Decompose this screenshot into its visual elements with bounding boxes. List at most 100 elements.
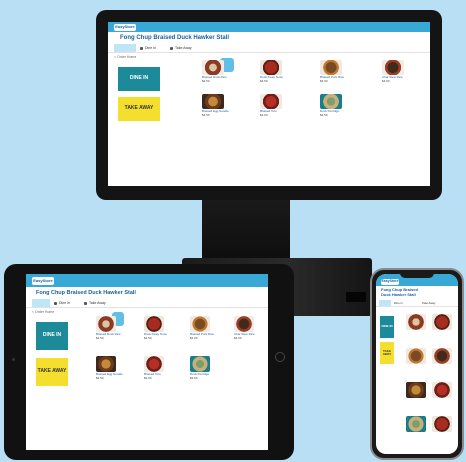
app-bar: EasyStore	[26, 274, 268, 287]
app-logo: EasyStore	[114, 23, 136, 31]
take-away-label: TAKE AWAY	[124, 105, 154, 112]
table-icon	[54, 301, 57, 305]
menu-item-price: $4.00	[320, 79, 328, 83]
phone-screen: EasyStore Fong Chup Braised Duck Hawker …	[376, 274, 458, 454]
store-title: Fong Chup Braised Duck Hawker Stall	[36, 290, 136, 296]
menu-item[interactable]: Braised Duck Rice $4.50	[202, 60, 242, 83]
store-title: Fong Chup Braised Duck Hawker Stall	[381, 287, 418, 297]
menu-item[interactable]: Braised Tofu $2.00	[144, 356, 178, 380]
dish-photo	[432, 314, 452, 330]
bag-icon	[84, 301, 87, 305]
tab-take-away-label: Take Away	[422, 301, 436, 305]
menu-item-price: $4.00	[382, 79, 390, 83]
menu-item-price: $4.50	[144, 336, 152, 340]
tab-take-away[interactable]: Take Away	[166, 44, 200, 52]
tab-take-away[interactable]: Take Away	[419, 300, 449, 306]
phone-notch	[400, 272, 434, 278]
dish-photo	[406, 348, 426, 364]
menu-item-price: $3.50	[202, 113, 210, 117]
menu-item-price: $4.50	[96, 336, 104, 340]
menu-item[interactable]: Braised Pork Rice $4.00	[320, 60, 360, 83]
tab-home[interactable]	[114, 44, 136, 52]
store-title: Fong Chup Braised Duck Hawker Stall	[120, 35, 230, 41]
menu-item[interactable]: Duck Porridge $3.50	[190, 356, 224, 380]
monitor-stand-port	[346, 292, 366, 302]
menu-item[interactable]: Char Siew Rice $4.00	[382, 60, 422, 83]
table-icon	[140, 46, 143, 50]
dish-photo	[190, 316, 210, 332]
tab-dine-in[interactable]: Dine In	[391, 300, 419, 306]
tab-dine-in[interactable]: Dine In	[136, 44, 166, 52]
menu-item[interactable]: Duck Kway Teow $4.50	[144, 316, 178, 340]
tablet-screen: EasyStore Fong Chup Braised Duck Hawker …	[26, 274, 268, 450]
menu-item-price: $2.00	[260, 113, 268, 117]
dish-photo	[144, 356, 164, 372]
dish-photo	[382, 60, 404, 75]
monitor-screen: EasyStore Fong Chup Braised Duck Hawker …	[108, 22, 430, 186]
menu-item-price: $4.00	[190, 336, 198, 340]
order-tabs: Dine In Take Away	[376, 300, 458, 307]
menu-item[interactable]	[406, 314, 426, 330]
dish-photo	[260, 94, 282, 109]
take-away-label: TAKE AWAY	[37, 368, 67, 375]
dish-photo	[406, 314, 426, 330]
tablet-camera	[12, 358, 15, 361]
dine-in-button[interactable]: DINE IN	[118, 67, 160, 91]
dish-photo	[260, 60, 282, 75]
dish-photo	[96, 356, 116, 372]
tab-dine-in[interactable]: Dine In	[50, 299, 80, 307]
menu-item[interactable]: Braised Egg Noodle $3.50	[96, 356, 130, 380]
dish-photo	[190, 356, 210, 372]
dish-photo	[202, 60, 224, 75]
menu-item[interactable]: Char Siew Rice $4.00	[234, 316, 264, 340]
menu-item[interactable]: Braised Duck Rice $4.50	[96, 316, 130, 340]
tab-home[interactable]	[32, 299, 50, 307]
tab-dine-in-label: Dine In	[59, 301, 71, 305]
dish-photo	[432, 416, 452, 432]
dine-in-label: DINE IN	[42, 332, 62, 339]
menu-item-price: $4.00	[234, 336, 242, 340]
dish-photo	[320, 94, 342, 109]
dish-photo	[406, 382, 426, 398]
menu-item[interactable]	[432, 348, 452, 364]
dine-in-button[interactable]: DINE IN	[36, 322, 68, 350]
dine-in-button[interactable]: DINE IN	[380, 316, 394, 338]
tab-dine-in-label: Dine In	[394, 301, 403, 305]
dish-photo	[202, 94, 224, 109]
tab-take-away-label: Take Away	[89, 301, 106, 305]
tab-take-away[interactable]: Take Away	[80, 299, 114, 307]
dish-photo	[406, 416, 426, 432]
menu-item[interactable]: Braised Pork Rice $4.00	[190, 316, 224, 340]
tab-home[interactable]	[379, 300, 391, 306]
app-logo: EasyStore	[381, 279, 399, 285]
take-away-button[interactable]: TAKE AWAY	[36, 358, 68, 386]
breadcrumb[interactable]: < Order Home	[26, 308, 268, 316]
tablet-home-button[interactable]	[275, 352, 285, 362]
menu-item-price: $4.50	[260, 79, 268, 83]
menu-item[interactable]: Duck Porridge $3.50	[320, 94, 360, 117]
order-tabs: Dine In Take Away	[108, 44, 430, 53]
dish-photo	[432, 382, 452, 398]
menu-item[interactable]	[406, 348, 426, 364]
dine-in-label: DINE IN	[129, 75, 149, 82]
menu-item[interactable]	[432, 382, 452, 398]
dish-photo	[234, 316, 254, 332]
menu-item[interactable]	[432, 314, 452, 330]
app-bar: EasyStore	[108, 22, 430, 32]
tab-dine-in-label: Dine In	[145, 46, 157, 50]
bag-icon	[170, 46, 173, 50]
menu-item[interactable]: Braised Tofu $2.00	[260, 94, 300, 117]
menu-item[interactable]	[406, 416, 426, 432]
dish-photo	[320, 60, 342, 75]
take-away-button[interactable]: TAKE AWAY	[118, 97, 160, 121]
menu-item[interactable]: Braised Egg Noodle $3.50	[202, 94, 242, 117]
dish-photo	[96, 316, 116, 332]
menu-item-price: $3.50	[96, 376, 104, 380]
tab-take-away-label: Take Away	[175, 46, 192, 50]
menu-item[interactable]	[432, 416, 452, 432]
menu-item[interactable]: Duck Kway Teow $4.50	[260, 60, 300, 83]
order-tabs: Dine In Take Away	[26, 299, 268, 308]
take-away-button[interactable]: TAKE AWAY	[380, 342, 394, 364]
menu-item[interactable]	[406, 382, 426, 398]
take-away-label: TAKE AWAY	[382, 348, 392, 356]
